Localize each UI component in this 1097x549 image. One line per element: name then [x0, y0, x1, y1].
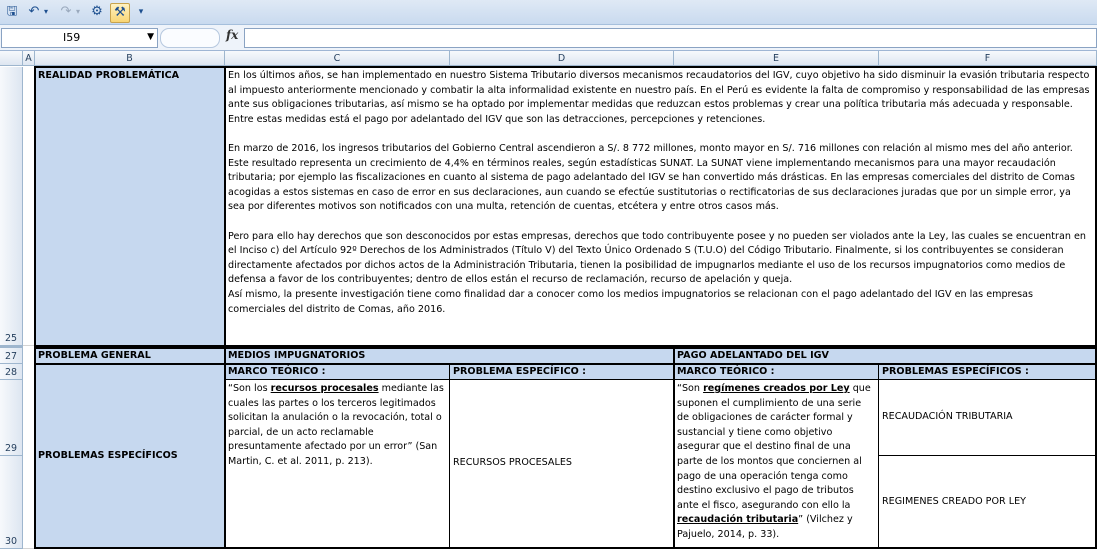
row-number: 30	[4, 536, 18, 547]
customize-toolbar-icon[interactable]: ▾	[136, 3, 146, 21]
problem-statement-paragraph-3: Pero para ello hay derechos que son desc…	[228, 230, 1086, 286]
cell-f29[interactable]: RECAUDACIÓN TRIBUTARIA	[879, 380, 1097, 456]
column-header-e[interactable]: E	[674, 51, 879, 66]
cell-f28[interactable]: PROBLEMAS ESPECÍFICOS :	[879, 364, 1097, 380]
formula-bar: I59 ▼ fx	[0, 25, 1097, 51]
emphasis-regimenes: regímenes creados por Ley	[703, 383, 850, 394]
row-number: 28	[4, 367, 18, 378]
cell-e28[interactable]: MARCO TEÓRICO :	[674, 364, 879, 380]
formula-input[interactable]	[244, 28, 1097, 48]
undo-dropdown-icon[interactable]: ▾	[42, 3, 50, 21]
row-header-29[interactable]: 29	[0, 380, 23, 456]
column-header-a[interactable]: A	[23, 51, 35, 66]
quote-rest: mediante las cuales las partes o los ter…	[228, 383, 444, 467]
cell-a27-a30[interactable]	[23, 348, 35, 549]
name-box-dropdown-icon[interactable]: ▼	[147, 32, 154, 42]
column-header-c[interactable]: C	[225, 51, 450, 66]
tools-icon[interactable]: ⚒	[110, 3, 130, 23]
border-line	[224, 347, 226, 549]
formula-bar-splitter[interactable]	[160, 28, 220, 48]
quote-middle: que suponen el cumplimiento de una serie…	[677, 383, 871, 511]
row-number: 25	[4, 333, 18, 344]
save-icon[interactable]: 🖫	[4, 3, 20, 21]
specific-problems-label: PROBLEMAS ESPECÍFICOS	[38, 450, 178, 461]
emphasis-recursos-procesales: recursos procesales	[270, 383, 379, 394]
properties-icon[interactable]: ⚙	[88, 3, 106, 21]
cell-c29-c30[interactable]: “Son los recursos procesales mediante la…	[225, 380, 450, 549]
row-header-25[interactable]: 25	[0, 67, 23, 346]
border-line	[34, 363, 1097, 365]
specific-problem-f30: REGIMENES CREADO POR LEY	[882, 496, 1027, 507]
column-header-b[interactable]: B	[35, 51, 225, 66]
problem-statement-paragraph-4: Así mismo, la presente investigación tie…	[228, 288, 1034, 315]
quote-open: “Son los	[228, 383, 271, 394]
cell-b28-b30[interactable]: PROBLEMAS ESPECÍFICOS	[35, 364, 225, 549]
cell-d28[interactable]: PROBLEMA ESPECÍFICO :	[450, 364, 674, 380]
row-number: 27	[4, 351, 18, 362]
problem-statement-paragraph-1: En los últimos años, se han implementado…	[228, 70, 1090, 125]
undo-icon[interactable]: ↶	[26, 3, 42, 21]
problem-statement-paragraph-2: En marzo de 2016, los ingresos tributari…	[228, 142, 1075, 213]
specific-problem-value: RECURSOS PROCESALES	[453, 457, 572, 468]
border-line	[225, 379, 1097, 380]
cell-b27[interactable]: PROBLEMA GENERAL	[35, 348, 225, 364]
cell-e29-e30[interactable]: “Son regímenes creados por Ley que supon…	[674, 380, 879, 549]
cell-c28[interactable]: MARCO TEÓRICO :	[225, 364, 450, 380]
border-line	[673, 347, 675, 549]
cell-b25[interactable]: REALIDAD PROBLEMÁTICA	[35, 67, 225, 346]
insert-function-icon[interactable]: fx	[226, 28, 238, 42]
row-number: 29	[4, 443, 18, 454]
border-line	[878, 364, 879, 549]
quote-open: “Son	[677, 383, 704, 394]
cell-c25-merged[interactable]: En los últimos años, se han implementado…	[225, 67, 1097, 346]
select-all-corner[interactable]	[0, 51, 23, 66]
border-line	[224, 66, 226, 347]
border-line	[879, 455, 1097, 456]
row-header-28[interactable]: 28	[0, 364, 23, 380]
cell-f30[interactable]: REGIMENES CREADO POR LEY	[879, 456, 1097, 549]
cell-c27-merged[interactable]: MEDIOS IMPUGNATORIOS	[225, 348, 674, 364]
cell-e27-merged[interactable]: PAGO ADELANTADO DEL IGV	[674, 348, 1097, 364]
border-line	[449, 364, 450, 549]
quick-access-toolbar: 🖫 ↶ ▾ ↷ ▾ ⚙ ⚒ ▾	[0, 0, 1097, 25]
column-header-f[interactable]: F	[879, 51, 1097, 66]
name-box[interactable]: I59 ▼	[1, 28, 158, 48]
redo-icon[interactable]: ↷	[58, 3, 74, 21]
column-header-d[interactable]: D	[450, 51, 674, 66]
row-header-30[interactable]: 30	[0, 456, 23, 549]
emphasis-recaudacion: recaudación tributaria	[677, 514, 799, 526]
specific-problem-f29: RECAUDACIÓN TRIBUTARIA	[882, 411, 1013, 422]
cell-d29-d30[interactable]: RECURSOS PROCESALES	[450, 380, 674, 549]
name-box-value: I59	[63, 31, 81, 44]
redo-dropdown-icon[interactable]: ▾	[74, 3, 82, 21]
cell-a25[interactable]	[23, 67, 35, 346]
row-header-27[interactable]: 27	[0, 348, 23, 364]
